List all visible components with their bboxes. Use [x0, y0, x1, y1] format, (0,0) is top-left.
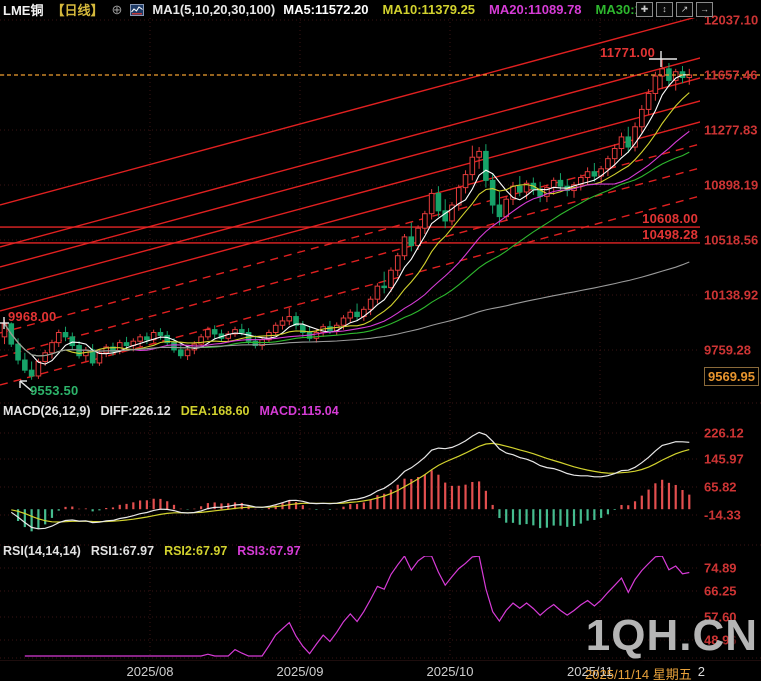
- move-crosshair-icon[interactable]: ✚: [636, 2, 653, 17]
- ma-values: MA5:11572.20 MA10:11379.25 MA20:11089.78 MA…: [283, 2, 642, 17]
- macd-macd-value: MACD:115.04: [260, 404, 339, 418]
- price-axis-label: 9759.28: [704, 342, 751, 357]
- ma-value: MA5:11572.20: [283, 2, 368, 17]
- rsi2-value: RSI2:67.97: [164, 544, 227, 558]
- time-axis[interactable]: 2025/08 2025/09 2025/10 2025/11 2025/11/…: [0, 660, 761, 681]
- macd-panel-header: MACD(26,12,9) DIFF:226.12 DEA:168.60 MAC…: [3, 404, 339, 418]
- macd-axis-label: 226.12: [704, 426, 744, 441]
- price-axis-label: 11657.46: [704, 67, 758, 82]
- y-axis-scale-icon[interactable]: ↕: [656, 2, 673, 17]
- support-line-label-2: 10498.28: [642, 227, 698, 242]
- month-label: 2025/09: [277, 664, 324, 679]
- axis-min-boxed-label: 9569.95: [704, 367, 759, 386]
- high-price-annotation: 11771.00: [600, 45, 655, 60]
- macd-axis-label: -14.33: [704, 508, 741, 523]
- x-axis-scale-icon[interactable]: ↗: [676, 2, 693, 17]
- ma-line-ma5: [5, 75, 690, 364]
- chart-app: 12037.1011657.4611277.8310898.1910518.56…: [0, 0, 761, 681]
- macd-axis-label: 65.82: [704, 480, 737, 495]
- highlight-date: 2025/11/14 星期五: [585, 664, 692, 681]
- period-tag[interactable]: 【日线】: [51, 0, 103, 19]
- x-axis-suffix: 2: [698, 664, 705, 681]
- left-high-annotation: 9968.00: [8, 309, 56, 324]
- axis-labels: 12037.1011657.4611277.8310898.1910518.56…: [704, 13, 758, 648]
- chart-toolbar: ✚↕↗→: [636, 2, 713, 17]
- mini-chart-icon[interactable]: [130, 4, 144, 16]
- rsi-panel-header: RSI(14,14,14) RSI1:67.97 RSI2:67.97 RSI3…: [3, 544, 301, 558]
- current-date-label: 2025/11/14 星期五 2: [585, 664, 705, 681]
- chart-header: LME铜 【日线】 ⊕ MA1(5,10,20,30,100) MA5:1157…: [3, 1, 642, 18]
- macd-axis-label: 145.97: [704, 452, 744, 467]
- ma-value: MA30:1: [596, 2, 642, 17]
- macd-histogram: [18, 470, 689, 531]
- ma-settings-label[interactable]: MA1(5,10,20,30,100): [152, 2, 275, 17]
- add-icon[interactable]: ⊕: [111, 3, 122, 16]
- price-axis-label: 10898.19: [704, 177, 758, 192]
- price-axis-label: 11277.83: [704, 122, 758, 137]
- month-label: 2025/10: [427, 664, 474, 679]
- symbol-name: LME铜: [3, 0, 43, 19]
- rsi-axis-label: 66.25: [704, 584, 737, 599]
- ma-value: MA10:11379.25: [383, 2, 476, 17]
- watermark: 1QH.CN: [586, 611, 758, 661]
- left-low-annotation: 9553.50: [30, 383, 78, 398]
- pan-right-icon[interactable]: →: [696, 2, 713, 17]
- rsi3-value: RSI3:67.97: [237, 544, 300, 558]
- gridlines: [0, 18, 761, 658]
- rsi-axis-label: 74.89: [704, 561, 737, 576]
- support-line-label-1: 10608.00: [642, 211, 698, 226]
- macd-diff-value: DIFF:226.12: [101, 404, 171, 418]
- macd-legend[interactable]: MACD(26,12,9): [3, 404, 91, 418]
- rsi-legend[interactable]: RSI(14,14,14): [3, 544, 81, 558]
- macd-dea-value: DEA:168.60: [181, 404, 250, 418]
- chart-canvas[interactable]: 12037.1011657.4611277.8310898.1910518.56…: [0, 0, 761, 681]
- price-axis-label: 10138.92: [704, 287, 758, 302]
- rsi1-value: RSI1:67.97: [91, 544, 154, 558]
- support-lines: [0, 227, 700, 243]
- month-label: 2025/08: [127, 664, 174, 679]
- price-axis-label: 10518.56: [704, 232, 758, 247]
- ma-value: MA20:11089.78: [489, 2, 582, 17]
- ma-line-ma100: [5, 262, 690, 356]
- ma-lines: [5, 75, 690, 364]
